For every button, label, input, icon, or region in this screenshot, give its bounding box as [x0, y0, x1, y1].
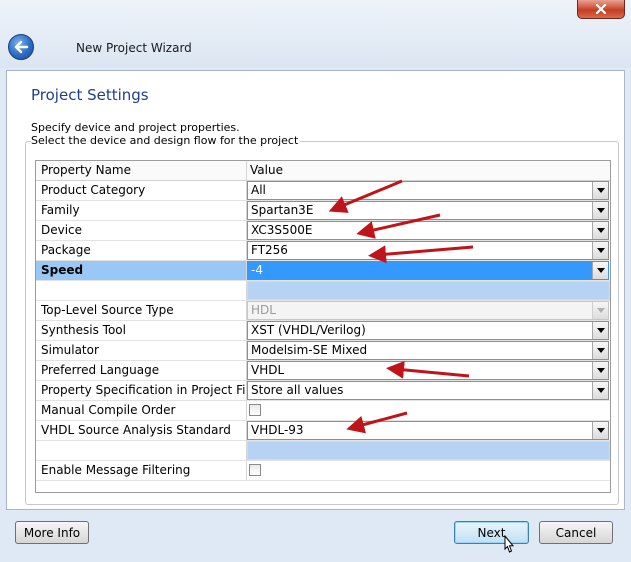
wizard-title: New Project Wizard	[76, 41, 192, 55]
arrow-vhdl-standard	[346, 411, 408, 434]
more-info-button[interactable]: More Info	[15, 521, 89, 544]
back-arrow-icon	[13, 40, 29, 54]
next-button[interactable]: Next	[454, 521, 529, 544]
mouse-pointer-icon	[501, 535, 515, 555]
annotation-arrows	[328, 179, 474, 434]
arrow-family	[328, 179, 403, 213]
content-panel: Project Settings Specify device and proj…	[6, 70, 625, 510]
arrow-package	[368, 245, 474, 264]
arrow-device	[356, 213, 441, 239]
close-button[interactable]	[577, 0, 625, 19]
cancel-button[interactable]: Cancel	[539, 521, 613, 544]
arrow-preferred-language	[386, 360, 470, 379]
close-x-icon	[595, 4, 607, 14]
back-button[interactable]	[8, 34, 34, 60]
title-bar	[0, 0, 631, 68]
